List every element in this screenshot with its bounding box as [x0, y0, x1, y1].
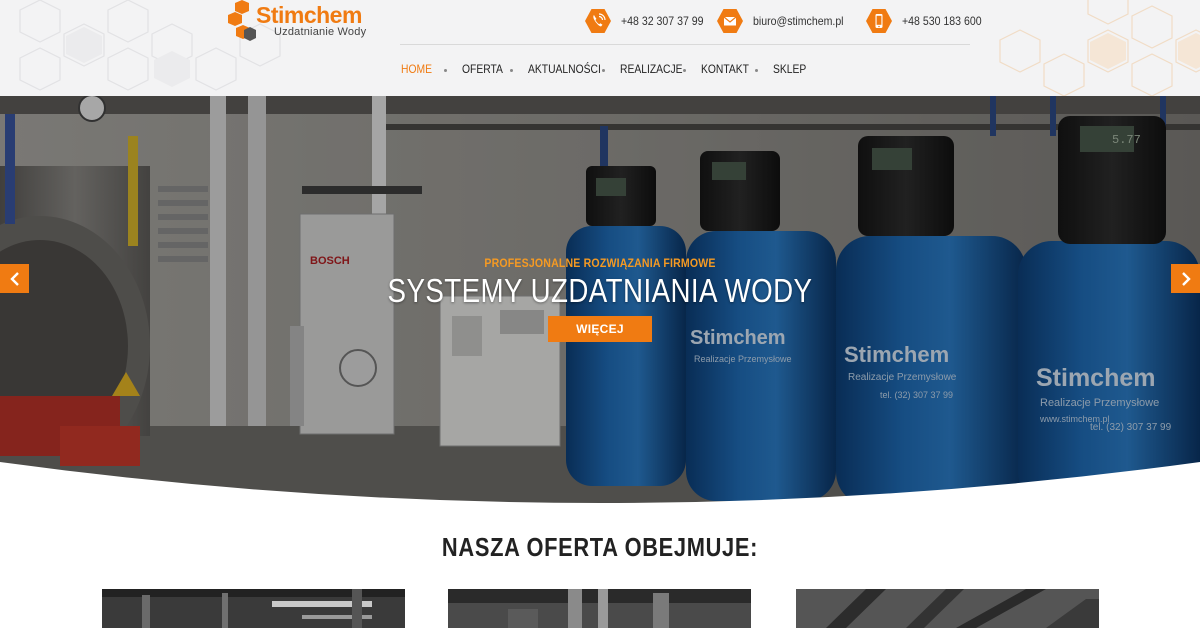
nav-item-realizacje[interactable]: REALIZACJE	[620, 62, 683, 76]
hero-more-button[interactable]: WIĘCEJ	[548, 316, 652, 342]
main-navigation: HOME OFERTA AKTUALNOŚCI REALIZACJE KONTA…	[0, 60, 1200, 80]
envelope-icon	[717, 8, 743, 34]
nav-item-kontakt[interactable]: KONTAKT	[701, 62, 749, 76]
hero-title: SYSTEMY UZDATNIANIA WODY	[387, 272, 813, 309]
site-header: Stimchem Uzdatnianie Wody +48 32 307 37 …	[0, 0, 1200, 96]
hero-slider: BOSCH Stimchem Stimchem Realizacje Przem…	[0, 96, 1200, 506]
slider-next-button[interactable]	[1171, 264, 1200, 293]
hero-kicker: PROFESJONALNE ROZWIĄZANIA FIRMOWE	[484, 256, 716, 270]
chevron-right-icon	[1181, 271, 1191, 286]
site-logo[interactable]: Stimchem Uzdatnianie Wody	[228, 0, 388, 46]
offer-card-image-1	[102, 589, 405, 628]
offer-card-1[interactable]	[102, 589, 405, 628]
mobile-phone-icon	[866, 8, 892, 34]
contact-email-text: biuro@stimchem.pl	[753, 14, 844, 28]
contact-phone-mobile-text: +48 530 183 600	[902, 14, 982, 28]
nav-item-aktualnosci[interactable]: AKTUALNOŚCI	[528, 62, 601, 76]
nav-item-oferta[interactable]: OFERTA	[462, 62, 503, 76]
offer-card-3[interactable]	[796, 589, 1099, 628]
phone-call-icon	[585, 8, 611, 34]
chevron-left-icon	[9, 271, 19, 286]
offer-card-image-2	[448, 589, 751, 628]
contact-phone-mobile[interactable]: +48 530 183 600	[866, 8, 992, 34]
contact-email[interactable]: biuro@stimchem.pl	[717, 8, 856, 34]
offer-card-image-3	[796, 589, 1099, 628]
nav-separator	[510, 69, 513, 72]
nav-separator	[683, 69, 686, 72]
nav-separator	[444, 69, 447, 72]
logo-name: Stimchem	[256, 2, 362, 28]
nav-separator	[755, 69, 758, 72]
nav-item-home[interactable]: HOME	[401, 62, 432, 76]
logo-tagline: Uzdatnianie Wody	[274, 26, 367, 38]
header-divider	[400, 44, 970, 45]
slider-prev-button[interactable]	[0, 264, 29, 293]
logo-hexagon-mark	[228, 0, 256, 41]
offer-section-title: NASZA OFERTA OBEJMUJE:	[441, 532, 759, 562]
offer-card-2[interactable]	[448, 589, 751, 628]
contact-phone-landline[interactable]: +48 32 307 37 99	[585, 8, 715, 34]
nav-item-sklep[interactable]: SKLEP	[773, 62, 806, 76]
contact-phone-landline-text: +48 32 307 37 99	[621, 14, 704, 28]
nav-separator	[602, 69, 605, 72]
